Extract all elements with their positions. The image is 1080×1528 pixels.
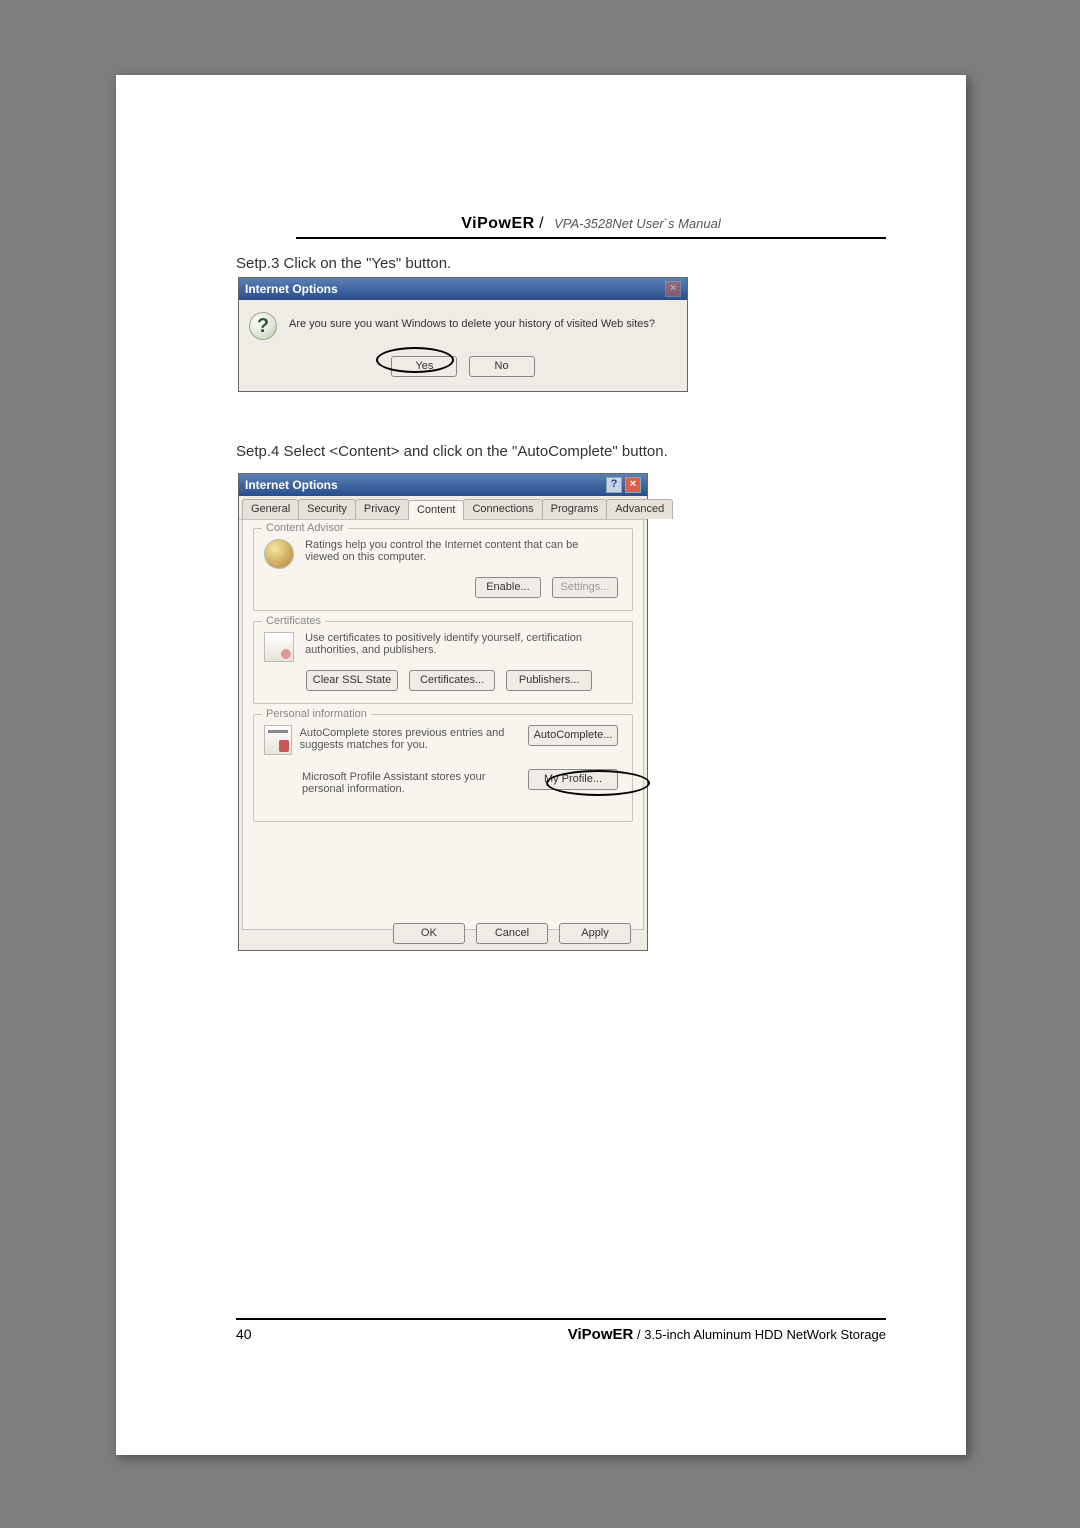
tab-security[interactable]: Security [298, 499, 356, 519]
settings-button[interactable]: Settings... [552, 577, 618, 598]
tab-strip: GeneralSecurityPrivacyContentConnections… [239, 496, 647, 520]
tab-general[interactable]: General [242, 499, 299, 519]
group-legend: Certificates [262, 615, 325, 627]
globe-icon [264, 539, 294, 569]
my-profile-button[interactable]: My Profile... [528, 769, 618, 790]
certificates-button[interactable]: Certificates... [409, 670, 495, 691]
apply-button[interactable]: Apply [559, 923, 631, 944]
ok-button[interactable]: OK [393, 923, 465, 944]
cancel-button[interactable]: Cancel [476, 923, 548, 944]
header-sep: / [539, 215, 548, 232]
dialog-button-bar: OK Cancel Apply [239, 923, 647, 944]
vcard-icon [264, 725, 292, 755]
group-legend: Personal information [262, 708, 371, 720]
group-legend: Content Advisor [262, 522, 348, 534]
content-pane: Content Advisor Ratings help you control… [242, 520, 644, 930]
autocomplete-desc: AutoComplete stores previous entries and… [300, 725, 528, 751]
footer-product: 3.5-inch Aluminum HDD NetWork Storage [644, 1327, 886, 1342]
profile-desc: Microsoft Profile Assistant stores your … [302, 769, 528, 795]
tab-advanced[interactable]: Advanced [606, 499, 673, 519]
content-advisor-desc: Ratings help you control the Internet co… [305, 539, 595, 563]
yes-button[interactable]: Yes [391, 356, 457, 377]
page-number: 40 [236, 1326, 252, 1342]
tab-connections[interactable]: Connections [463, 499, 542, 519]
certificates-desc: Use certificates to positively identify … [305, 632, 595, 656]
brand-logo: ViPowER [461, 215, 534, 232]
group-personal-info: Personal information AutoComplete stores… [253, 714, 633, 822]
publishers-button[interactable]: Publishers... [506, 670, 592, 691]
question-icon: ? [249, 312, 277, 340]
confirm-dialog: Internet Options × ? Are you sure you wa… [238, 277, 688, 392]
confirm-message: Are you sure you want Windows to delete … [289, 312, 655, 330]
no-button[interactable]: No [469, 356, 535, 377]
tab-content[interactable]: Content [408, 500, 465, 520]
dialog-titlebar: Internet Options × [239, 278, 687, 300]
group-content-advisor: Content Advisor Ratings help you control… [253, 528, 633, 611]
autocomplete-button[interactable]: AutoComplete... [528, 725, 618, 746]
tab-privacy[interactable]: Privacy [355, 499, 409, 519]
step3-text: Setp.3 Click on the "Yes" button. [236, 255, 451, 272]
tab-programs[interactable]: Programs [542, 499, 608, 519]
close-icon[interactable]: × [665, 281, 681, 297]
enable-button[interactable]: Enable... [475, 577, 541, 598]
page-header: ViPowER / VPA-3528Net User`s Manual [296, 215, 886, 239]
help-icon[interactable]: ? [606, 477, 622, 493]
certificate-icon [264, 632, 294, 662]
internet-options-dialog: Internet Options ? × GeneralSecurityPriv… [238, 473, 648, 951]
clear-ssl-button[interactable]: Clear SSL State [306, 670, 398, 691]
group-certificates: Certificates Use certificates to positiv… [253, 621, 633, 704]
header-model: VPA-3528Net User`s Manual [554, 216, 721, 231]
page-footer: 40 ViPowER / 3.5-inch Aluminum HDD NetWo… [236, 1318, 886, 1343]
dialog-title: Internet Options [245, 478, 338, 492]
dialog-title: Internet Options [245, 282, 338, 296]
footer-brand: ViPowER [568, 1326, 634, 1343]
step4-text: Setp.4 Select <Content> and click on the… [236, 443, 668, 460]
close-icon[interactable]: × [625, 477, 641, 493]
dialog-titlebar: Internet Options ? × [239, 474, 647, 496]
